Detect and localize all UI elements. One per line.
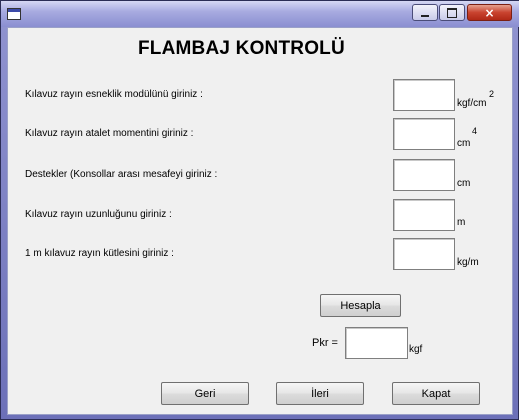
minimize-icon [421,14,429,17]
close-button[interactable]: Kapat [392,382,480,405]
calculate-button[interactable]: Hesapla [320,294,401,317]
moment-of-inertia-label: Kılavuz rayın atalet momentini giriniz : [25,128,194,139]
rail-mass-input[interactable] [393,238,455,270]
close-icon: × [484,5,495,20]
moment-of-inertia-input[interactable] [393,118,455,150]
app-window-icon[interactable] [7,8,21,20]
pkr-unit: kgf [409,344,423,355]
moment-of-inertia-unit: cm [457,138,471,149]
elasticity-modulus-unit-exponent: 2 [489,89,495,99]
support-distance-input[interactable] [393,159,455,191]
page-title: FLAMBAJ KONTROLÜ [138,38,345,59]
back-button[interactable]: Geri [161,382,249,405]
app-window: × FLAMBAJ KONTROLÜ Kılavuz rayın esnekli… [0,0,519,420]
elasticity-modulus-label: Kılavuz rayın esneklik modülünü giriniz … [25,89,203,100]
maximize-button[interactable] [439,4,465,21]
rail-length-input[interactable] [393,199,455,231]
rail-length-label: Kılavuz rayın uzunluğunu giriniz : [25,209,172,220]
rail-mass-unit: kg/m [457,257,479,268]
elasticity-modulus-unit: kgf/cm [457,98,487,109]
close-window-button[interactable]: × [467,4,512,21]
next-button[interactable]: İleri [276,382,364,405]
moment-of-inertia-unit-exponent: 4 [472,126,478,136]
form-panel: FLAMBAJ KONTROLÜ Kılavuz rayın esneklik … [7,27,513,415]
pkr-result-field[interactable] [345,327,408,359]
maximize-icon [447,7,457,18]
minimize-button[interactable] [412,4,438,21]
support-distance-label: Destekler (Konsollar arası mesafeyi giri… [25,169,218,180]
support-distance-unit: cm [457,178,471,189]
pkr-label: Pkr = [312,337,338,349]
elasticity-modulus-input[interactable] [393,79,455,111]
rail-length-unit: m [457,217,466,228]
title-bar[interactable]: × [1,1,519,27]
rail-mass-label: 1 m kılavuz rayın kütlesini giriniz : [25,248,174,259]
